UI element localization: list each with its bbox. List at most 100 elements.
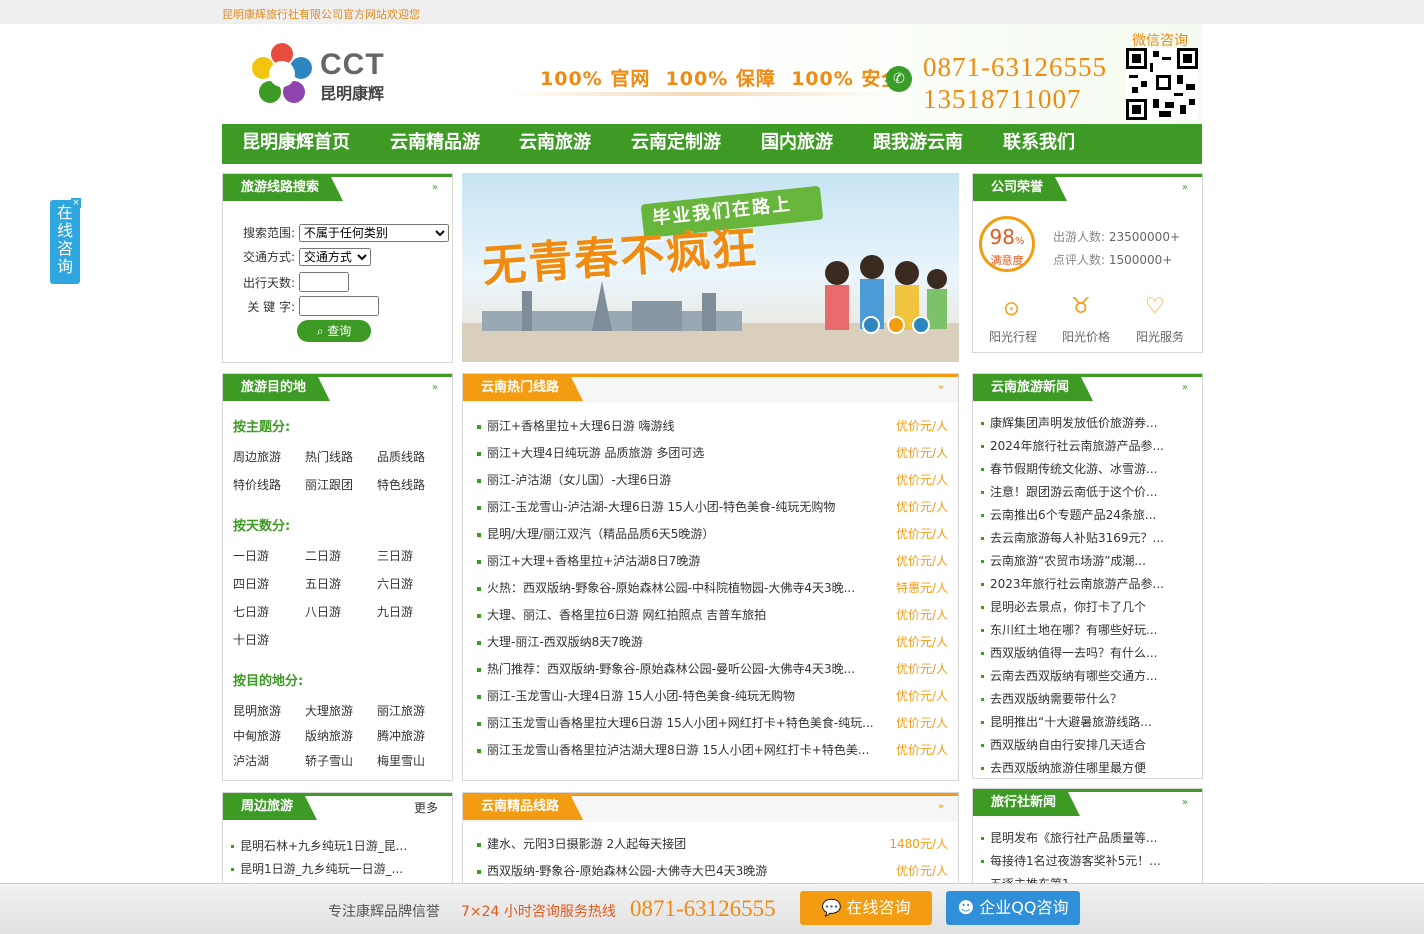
- slide-dot-2[interactable]: [887, 316, 905, 334]
- route-link[interactable]: 西双版纳-野象谷-原始森林公园-大佛寺大巴4天3晚游: [477, 862, 767, 879]
- dest-link[interactable]: 丽江跟团: [305, 476, 353, 493]
- more-arrow-icon[interactable]: »: [938, 382, 944, 393]
- footer-bar: 专注康辉品牌信誉 7×24 小时咨询服务热线 0871-63126555 💬 在…: [0, 883, 1424, 934]
- dest-link[interactable]: 二日游: [305, 547, 341, 564]
- route-link[interactable]: 建水、元阳3日摄影游 2人起每天接团: [477, 835, 686, 852]
- header: CCT 昆明康辉 100% 官网 100% 保障 100% 安全 ✆ 0871-…: [222, 24, 1202, 124]
- days-input[interactable]: [298, 272, 349, 292]
- news-link[interactable]: 2023年旅行社云南旅游产品参...: [981, 575, 1164, 592]
- route-link[interactable]: 昆明/大理/丽江双汽（精品品质6天5晚游）: [477, 525, 714, 542]
- news-link[interactable]: 春节假期传统文化游、冰雪游...: [981, 460, 1157, 477]
- route-link[interactable]: 丽江-玉龙雪山-泸沽湖-大理6日游 15人小团-特色美食-纯玩无购物: [477, 498, 835, 515]
- search-button[interactable]: ⌕ 查询: [297, 320, 371, 342]
- banner-people: [825, 255, 947, 330]
- nearby-panel: 周边旅游 更多 昆明石林+九乡纯玩1日游_昆... 昆明1日游_九乡纯玩一日游_…: [222, 792, 453, 892]
- dest-link[interactable]: 腾冲旅游: [377, 727, 425, 744]
- dest-link[interactable]: 泸沽湖: [233, 752, 269, 769]
- keyword-input[interactable]: [298, 296, 379, 316]
- dest-link[interactable]: 大理旅游: [305, 702, 353, 719]
- route-link[interactable]: 火热：西双版纳-野象谷-原始森林公园-中科院植物园-大佛寺4天3晚...: [477, 579, 855, 596]
- news-link[interactable]: 去西双版纳旅游住哪里最方便: [981, 759, 1146, 776]
- nearby-link[interactable]: 昆明1日游_九乡纯玩一日游_...: [231, 860, 403, 877]
- dest-link[interactable]: 六日游: [377, 575, 413, 592]
- dest-link[interactable]: 七日游: [233, 603, 269, 620]
- banner-slider[interactable]: 毕业我们在路上 无青春不疯狂: [462, 173, 959, 362]
- dest-link[interactable]: 丽江旅游: [377, 702, 425, 719]
- route-link[interactable]: 大理、丽江、香格里拉6日游 网红拍照点 吉普车旅拍: [477, 606, 766, 623]
- dest-link[interactable]: 一日游: [233, 547, 269, 564]
- honor-item-price[interactable]: 阳光价格: [1062, 328, 1110, 345]
- dest-link[interactable]: 八日游: [305, 603, 341, 620]
- route-link[interactable]: 丽江玉龙雪山香格里拉大理6日游 15人小团+网红打卡+特色美食-纯玩...: [477, 714, 874, 731]
- close-icon[interactable]: ×: [71, 198, 81, 208]
- route-link[interactable]: 丽江玉龙雪山香格里拉泸沽湖大理8日游 15人小团+网红打卡+特色美...: [477, 741, 869, 758]
- dest-link[interactable]: 梅里雪山: [377, 752, 425, 769]
- logo-icon[interactable]: [252, 42, 312, 106]
- dest-link[interactable]: 热门线路: [305, 448, 353, 465]
- news-link[interactable]: 云南推出6个专题产品24条旅...: [981, 506, 1156, 523]
- destination-panel-tab: 旅游目的地: [223, 377, 331, 401]
- range-row: 搜索范围: 不属于任何类别: [237, 224, 449, 242]
- range-select[interactable]: 不属于任何类别: [298, 224, 449, 242]
- top-bar: 昆明康辉旅行社有限公司官方网站欢迎您: [0, 0, 1424, 24]
- news-link[interactable]: 云南去西双版纳有哪些交通方...: [981, 667, 1157, 684]
- slide-dot-1[interactable]: [862, 316, 880, 334]
- dest-link[interactable]: 昆明旅游: [233, 702, 281, 719]
- news-link[interactable]: 东川红土地在哪？有哪些好玩...: [981, 621, 1157, 638]
- nav-follow-me[interactable]: 跟我游云南: [873, 124, 963, 164]
- route-link[interactable]: 丽江+大理+香格里拉+泸沽湖8日7晚游: [477, 552, 700, 569]
- news-link[interactable]: 昆明必去景点，你打卡了几个: [981, 598, 1146, 615]
- nav-domestic[interactable]: 国内旅游: [761, 124, 833, 164]
- news-link[interactable]: 西双版纳值得一去吗？有什么...: [981, 644, 1157, 661]
- dest-link[interactable]: 九日游: [377, 603, 413, 620]
- news-link[interactable]: 去云南旅游每人补贴3169元？...: [981, 529, 1164, 546]
- nav-home[interactable]: 昆明康辉首页: [242, 124, 350, 164]
- online-consult-button[interactable]: 💬 在线咨询: [800, 891, 932, 925]
- honor-item-service[interactable]: 阳光服务: [1136, 328, 1184, 345]
- nav-yunnan-premium[interactable]: 云南精品游: [390, 124, 480, 164]
- news-link[interactable]: 云南旅游“农贸市场游”成潮...: [981, 552, 1146, 569]
- honor-panel: 公司荣誉 » 98% 满意度 出游人数: 23500000+ 点评人数: 150…: [972, 173, 1203, 353]
- nav-yunnan-travel[interactable]: 云南旅游: [519, 124, 591, 164]
- dest-link[interactable]: 品质线路: [377, 448, 425, 465]
- route-link[interactable]: 丽江+香格里拉+大理6日游 嗨游线: [477, 417, 675, 434]
- news-link[interactable]: 注意！跟团游云南低于这个价...: [981, 483, 1157, 500]
- dest-link[interactable]: 三日游: [377, 547, 413, 564]
- news-link[interactable]: 昆明推出“十大避暑旅游线路...: [981, 713, 1152, 730]
- qq-consult-button[interactable]: ☻ 企业QQ咨询: [946, 891, 1080, 925]
- agency-news-title: 旅行社新闻 »: [973, 789, 1202, 818]
- dest-link[interactable]: 五日游: [305, 575, 341, 592]
- news-link[interactable]: 昆明发布《旅行社产品质量等...: [981, 829, 1157, 846]
- news-link[interactable]: 去西双版纳需要带什么？: [981, 690, 1122, 707]
- dest-link[interactable]: 特色线路: [377, 476, 425, 493]
- side-consult-button[interactable]: × 在线咨询: [50, 198, 81, 284]
- nav-yunnan-custom[interactable]: 云南定制游: [631, 124, 721, 164]
- online-consult-label: 在线咨询: [846, 898, 911, 917]
- news-link[interactable]: 2024年旅行社云南旅游产品参...: [981, 437, 1164, 454]
- honor-item-itinerary[interactable]: 阳光行程: [989, 328, 1037, 345]
- dest-link[interactable]: 四日游: [233, 575, 269, 592]
- footer-hotline: 7×24 小时咨询服务热线: [461, 901, 616, 921]
- news-link[interactable]: 每接待1名过夜游客奖补5元！...: [981, 852, 1161, 869]
- dest-link[interactable]: 十日游: [233, 631, 269, 648]
- dest-link[interactable]: 周边旅游: [233, 448, 281, 465]
- dest-link[interactable]: 特价线路: [233, 476, 281, 493]
- nav-contact[interactable]: 联系我们: [1003, 124, 1075, 164]
- hot-routes-title: 云南热门线路 »: [463, 374, 958, 403]
- slide-dot-3[interactable]: [912, 316, 930, 334]
- route-price: 优价元/人: [895, 864, 948, 878]
- route-link[interactable]: 丽江-玉龙雪山-大理4日游 15人小团-特色美食-纯玩无购物: [477, 687, 795, 704]
- route-link[interactable]: 丽江+大理4日纯玩游 品质旅游 多团可选: [477, 444, 704, 461]
- route-link[interactable]: 热门推荐：西双版纳-野象谷-原始森林公园-曼听公园-大佛寺4天3晚...: [477, 660, 855, 677]
- dest-link[interactable]: 轿子雪山: [305, 752, 353, 769]
- dest-link[interactable]: 版纳旅游: [305, 727, 353, 744]
- route-link[interactable]: 大理-丽江-西双版纳8天7晚游: [477, 633, 643, 650]
- nearby-link[interactable]: 昆明石林+九乡纯玩1日游_昆...: [231, 837, 407, 854]
- news-link[interactable]: 西双版纳自由行安排几天适合: [981, 736, 1146, 753]
- nearby-more-link[interactable]: 更多: [414, 799, 438, 816]
- dest-link[interactable]: 中甸旅游: [233, 727, 281, 744]
- more-arrow-icon[interactable]: »: [938, 801, 944, 812]
- transport-select[interactable]: 交通方式: [298, 248, 371, 266]
- route-link[interactable]: 丽江-泸沽湖（女儿国）-大理6日游: [477, 471, 671, 488]
- news-link[interactable]: 康辉集团声明发放低价旅游券...: [981, 414, 1157, 431]
